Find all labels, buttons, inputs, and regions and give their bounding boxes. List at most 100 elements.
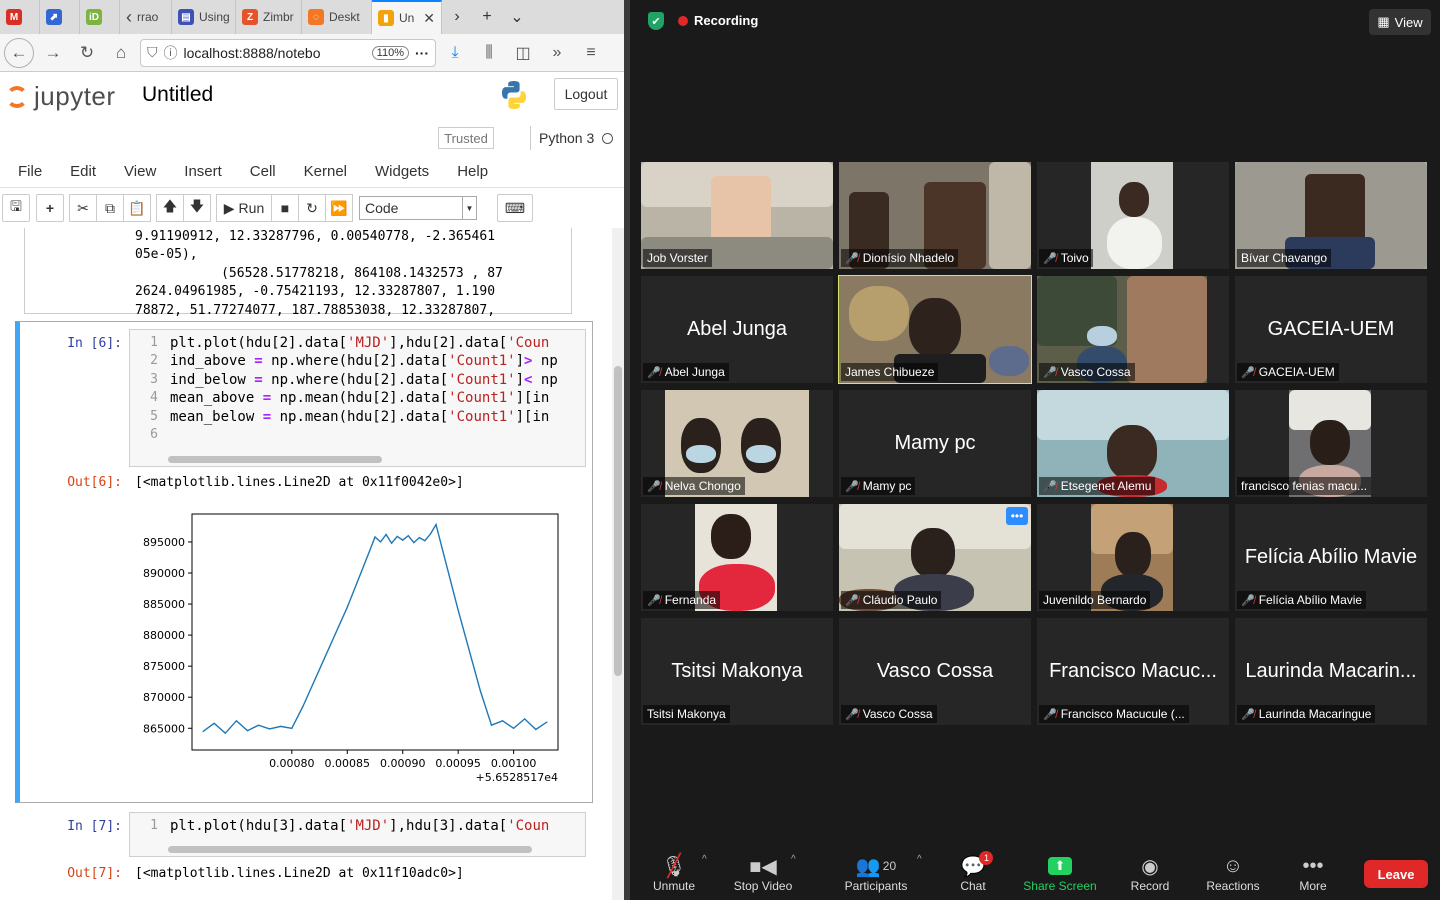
stop-video-button[interactable]: ■◀ Stop Video [730, 846, 796, 900]
browser-tab[interactable]: M [0, 0, 40, 34]
participant-tile[interactable]: 🎤̸ Etsegenet Alemu [1037, 390, 1229, 497]
browser-tab[interactable]: ▤ Using [172, 0, 236, 34]
muted-icon: 🎤̸ [845, 594, 859, 607]
notebook-title[interactable]: Untitled [142, 83, 213, 107]
input-prompt: In [6]: [67, 336, 122, 351]
leave-button[interactable]: Leave [1364, 860, 1428, 888]
unmute-button[interactable]: 🎙 ╱ Unmute [646, 846, 702, 900]
url-bar[interactable]: ⛉ ⓘ localhost:8888/notebo 110% ··· [140, 38, 436, 67]
menu-help[interactable]: Help [443, 163, 502, 180]
kernel-name[interactable]: Python 3 [539, 130, 594, 146]
page-actions-icon[interactable]: ··· [415, 45, 429, 61]
more-button[interactable]: ••• More [1292, 846, 1334, 900]
participants-options-chevron-icon[interactable]: ^ [917, 854, 922, 865]
audio-options-chevron-icon[interactable]: ^ [702, 854, 707, 865]
paste-icon[interactable]: 📋 [123, 194, 151, 222]
zoom-level[interactable]: 110% [371, 45, 409, 60]
tab-label: Un [399, 11, 415, 25]
participant-tile[interactable]: Job Vorster [641, 162, 833, 269]
close-tab-icon[interactable]: ✕ [423, 10, 435, 27]
jupyter-logo[interactable]: jupyter [6, 81, 116, 112]
move-down-icon[interactable]: 🡇 [183, 194, 211, 222]
participant-tile[interactable]: GACEIA-UEM 🎤̸ GACEIA-UEM [1235, 276, 1427, 383]
run-button[interactable]: ▶ Run [216, 194, 272, 222]
participant-tile[interactable]: 🎤̸ Nelva Chongo [641, 390, 833, 497]
share-screen-button[interactable]: ⬆ Share Screen [1020, 846, 1100, 900]
participant-tile[interactable]: Mamy pc 🎤̸ Mamy pc [839, 390, 1031, 497]
fast-forward-icon[interactable]: ⏩ [325, 194, 353, 222]
participant-tile[interactable]: 🎤̸ Fernanda [641, 504, 833, 611]
chat-button[interactable]: 💬 1 Chat [952, 846, 994, 900]
menu-file[interactable]: File [0, 163, 56, 180]
insert-cell-icon[interactable]: + [36, 194, 64, 222]
participant-tile[interactable]: Felícia Abílio Mavie 🎤̸ Felícia Abílio Mav… [1235, 504, 1427, 611]
browser-tab[interactable]: ◌ Deskt [302, 0, 372, 34]
participant-tile[interactable]: 🎤̸ Cláudio Paulo ••• [839, 504, 1031, 611]
cell-type-select[interactable]: Code ▼ [359, 196, 477, 220]
notebook-container[interactable]: 9.91190912, 12.33287796, 0.00540778, -2.… [0, 228, 612, 900]
restart-icon[interactable]: ↻ [298, 194, 326, 222]
participant-tile[interactable]: 🎤̸ Dionísio Nhadelo [839, 162, 1031, 269]
sidebar-icon[interactable]: ◫ [508, 43, 538, 63]
menu-cell[interactable]: Cell [236, 163, 290, 180]
overflow-icon[interactable]: » [542, 44, 572, 62]
home-icon[interactable]: ⌂ [106, 38, 136, 68]
browser-tab[interactable]: ‹ rrao [120, 0, 172, 34]
list-tabs-icon[interactable]: ⌄ [502, 0, 532, 34]
download-icon[interactable]: ⤓ [440, 44, 470, 62]
stop-icon[interactable]: ■ [271, 194, 299, 222]
participant-tile[interactable]: Bívar Chavango [1235, 162, 1427, 269]
back-icon[interactable]: ← [4, 37, 34, 68]
recording-indicator[interactable]: Recording [678, 13, 758, 28]
menu-insert[interactable]: Insert [170, 163, 236, 180]
cut-icon[interactable]: ✂ [69, 194, 97, 222]
more-dots-icon: ••• [1302, 854, 1324, 877]
record-button[interactable]: ◉ Record [1124, 846, 1176, 900]
video-options-chevron-icon[interactable]: ^ [791, 854, 796, 865]
browser-tab[interactable]: ▮ Un ✕ [372, 0, 442, 34]
tile-more-options-icon[interactable]: ••• [1006, 507, 1028, 525]
keyboard-icon[interactable]: ⌨ [497, 194, 533, 222]
reactions-button[interactable]: ☺ Reactions [1200, 846, 1266, 900]
library-icon[interactable]: ⫼ [474, 44, 504, 62]
cell-type-value: Code [365, 200, 399, 216]
vertical-scrollbar[interactable] [612, 228, 624, 900]
encryption-shield-icon[interactable]: ✔ [648, 12, 664, 30]
reload-icon[interactable]: ↻ [72, 38, 102, 68]
browser-tab[interactable]: iD [80, 0, 120, 34]
menu-edit[interactable]: Edit [56, 163, 110, 180]
tab-scroll-right-icon[interactable]: › [442, 0, 472, 34]
scrollbar-thumb[interactable] [614, 366, 622, 676]
menu-view[interactable]: View [110, 163, 170, 180]
horizontal-scrollbar-7[interactable] [168, 846, 532, 853]
browser-tab[interactable]: Z Zimbr [236, 0, 302, 34]
view-button[interactable]: ▦ View [1369, 9, 1431, 35]
participant-tile[interactable]: 🎤̸ Toivo [1037, 162, 1229, 269]
participants-button[interactable]: 👥 20 Participants [838, 846, 914, 900]
browser-tab[interactable]: ⬈ [40, 0, 80, 34]
participant-name: Tsitsi Makonya [647, 707, 726, 721]
chevron-left-icon[interactable]: ‹ [126, 7, 132, 28]
move-up-icon[interactable]: 🡅 [156, 194, 184, 222]
participant-tile[interactable]: Juvenildo Bernardo [1037, 504, 1229, 611]
participant-tile[interactable]: Francisco Macuc... 🎤̸ Francisco Macucule (… [1037, 618, 1229, 725]
save-icon[interactable]: 🖫 [2, 194, 30, 222]
new-tab-icon[interactable]: + [472, 0, 502, 34]
logout-button[interactable]: Logout [554, 78, 618, 110]
menu-kernel[interactable]: Kernel [290, 163, 361, 180]
participant-tile[interactable]: Tsitsi Makonya Tsitsi Makonya [641, 618, 833, 725]
copy-icon[interactable]: ⧉ [96, 194, 124, 222]
participant-tile[interactable]: 🎤̸ Vasco Cossa [1037, 276, 1229, 383]
participant-tile[interactable]: francisco fenias macu... [1235, 390, 1427, 497]
participant-tile[interactable]: James Chibueze [838, 275, 1032, 384]
code-editor-7[interactable]: 1 plt.plot(hdu[3].data['MJD'],hdu[3].dat… [129, 812, 586, 857]
code-editor[interactable]: 1 2 3 4 5 6 plt.plot(hdu[2].data['MJD'],hdu[2… [129, 329, 586, 467]
menu-widgets[interactable]: Widgets [361, 163, 443, 180]
participant-tile[interactable]: Vasco Cossa 🎤̸ Vasco Cossa [839, 618, 1031, 725]
hamburger-menu-icon[interactable]: ≡ [576, 44, 606, 62]
trusted-badge[interactable]: Trusted [438, 127, 494, 149]
horizontal-scrollbar[interactable] [168, 456, 382, 463]
participant-tile[interactable]: Abel Junga 🎤̸ Abel Junga [641, 276, 833, 383]
participant-tile[interactable]: Laurinda Macarin... 🎤̸ Laurinda Macaringue [1235, 618, 1427, 725]
forward-icon[interactable]: → [38, 38, 68, 68]
